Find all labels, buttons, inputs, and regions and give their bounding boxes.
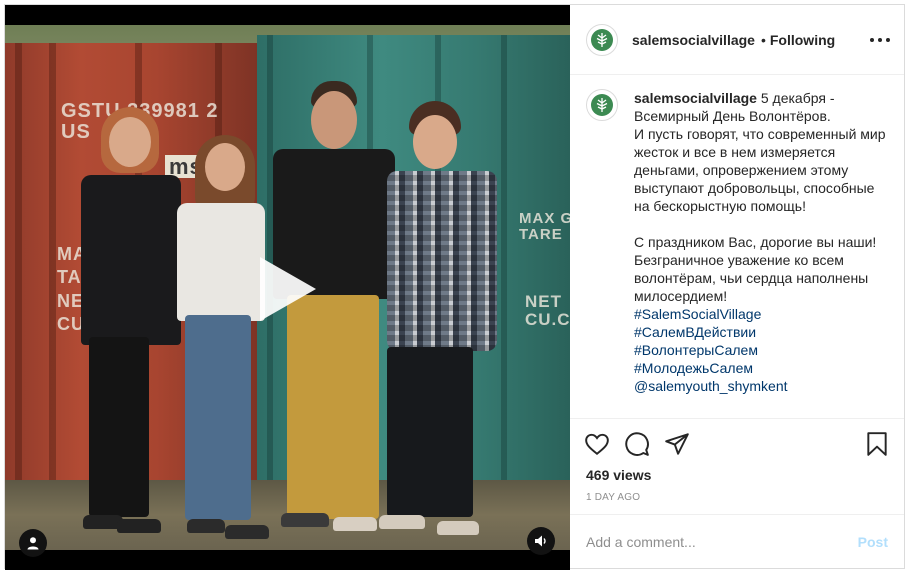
container-rib <box>49 43 56 483</box>
container-stencil-net: NET CU.CAP. <box>525 292 570 329</box>
caption-line-3: С праздником Вас, дорогие вы наши! Безгр… <box>634 234 877 304</box>
black-jeans <box>387 347 473 517</box>
face <box>311 91 357 149</box>
container-rib <box>501 35 507 495</box>
following-button[interactable]: Following <box>770 32 835 48</box>
container-stencil-gross: MAX GROSS TARE <box>519 210 570 243</box>
sneaker <box>281 513 329 527</box>
caption-text: salemsocialvillage 5 декабря - Всемирный… <box>634 89 886 415</box>
person-girl-middle <box>173 135 273 545</box>
hashtag-link[interactable]: #SalemSocialVillage <box>634 305 886 323</box>
face <box>205 143 245 191</box>
caption: salemsocialvillage 5 декабря - Всемирный… <box>586 89 898 415</box>
instagram-post: GSTU 339981 2 US 310 msc MA TA NE CU MAX… <box>4 4 905 570</box>
caption-avatar[interactable] <box>586 89 618 121</box>
sneaker <box>333 517 377 531</box>
face <box>109 117 151 167</box>
sneaker <box>187 519 225 533</box>
post-sidebar: salemsocialvillage • Following salemsoci… <box>570 5 904 568</box>
action-bar: 469 views 1 DAY AGO <box>570 418 904 514</box>
comment-form: Post <box>570 514 904 568</box>
ellipsis-icon[interactable] <box>870 31 890 49</box>
comment-input[interactable] <box>586 533 858 550</box>
sneaker <box>379 515 425 529</box>
caption-line-2: И пусть говорят, что современный мир жес… <box>634 126 886 214</box>
container-rib <box>15 43 22 483</box>
bookmark-icon[interactable] <box>864 431 892 459</box>
mustard-trousers <box>287 295 379 519</box>
hashtag-link[interactable]: #СалемВДействии <box>634 323 886 341</box>
black-pants <box>89 337 149 517</box>
caption-username[interactable]: salemsocialvillage <box>634 90 757 106</box>
hashtag-link[interactable]: #МолодежьСалем <box>634 359 886 377</box>
separator-dot: • <box>760 31 766 48</box>
post-date[interactable]: 1 DAY AGO <box>586 492 640 503</box>
sneaker <box>437 521 479 535</box>
username[interactable]: salemsocialvillage <box>632 32 755 48</box>
post-comment-button[interactable]: Post <box>858 534 888 550</box>
heart-icon[interactable] <box>584 431 612 459</box>
audio-icon[interactable] <box>527 527 555 555</box>
hashtag-link[interactable]: #ВолонтерыСалем <box>634 341 886 359</box>
sneaker <box>225 525 269 539</box>
face <box>413 115 457 169</box>
play-icon[interactable] <box>260 257 316 321</box>
comment-icon[interactable] <box>624 431 652 459</box>
user-tag-icon[interactable] <box>19 529 47 557</box>
action-icons <box>584 431 890 459</box>
post-video[interactable]: GSTU 339981 2 US 310 msc MA TA NE CU MAX… <box>5 5 570 570</box>
tree-logo-icon <box>591 28 613 51</box>
share-icon[interactable] <box>664 431 692 459</box>
mention-link[interactable]: @salemyouth_shymkent <box>634 377 886 395</box>
post-header: salemsocialvillage • Following <box>570 5 904 75</box>
black-jacket <box>81 175 181 345</box>
blue-jeans <box>185 315 251 520</box>
avatar[interactable] <box>586 23 618 56</box>
white-blouse <box>177 203 265 321</box>
view-count[interactable]: 469 views <box>586 467 651 483</box>
plaid-shirt <box>387 171 497 351</box>
sneaker <box>117 519 161 533</box>
tree-logo-icon <box>591 94 613 116</box>
person-boy-right <box>379 101 501 541</box>
